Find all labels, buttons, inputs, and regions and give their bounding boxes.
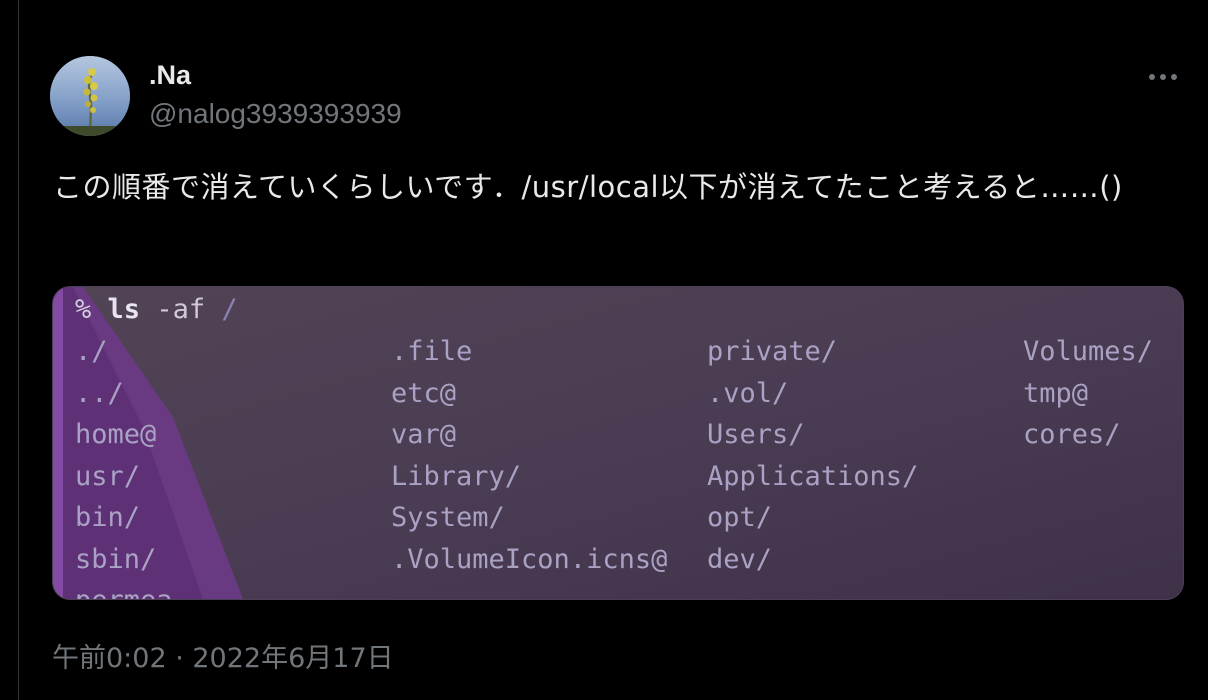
ls-entry: .file	[391, 336, 473, 367]
prompt-symbol: %	[75, 294, 92, 325]
ls-entry: dev/	[707, 544, 773, 575]
ls-entry: ../	[75, 378, 124, 409]
timeline-border	[18, 0, 19, 700]
ls-entry: tmp@	[1023, 378, 1089, 409]
prompt-arguments: -af	[156, 294, 206, 325]
user-handle[interactable]: @nalog3939393939	[149, 98, 402, 130]
ls-entry: var@	[391, 419, 457, 450]
tweet-timestamp[interactable]: 午前0:02 · 2022年6月17日	[52, 636, 394, 675]
avatar-image	[50, 56, 130, 136]
ls-entry: Library/	[391, 461, 522, 492]
prompt-command: ls	[107, 294, 141, 325]
terminal-prompt-line: % ls -af /	[75, 289, 238, 330]
avatar[interactable]	[50, 56, 130, 136]
ls-entry: etc@	[391, 378, 457, 409]
ls-entry: cores/	[1023, 419, 1121, 450]
display-name[interactable]: .Na	[149, 60, 191, 91]
ls-entry: Volumes/	[1023, 336, 1154, 367]
more-horizontal-icon	[1149, 74, 1177, 80]
ls-entry: sbin/	[75, 544, 157, 575]
ls-entry: home@	[75, 419, 157, 450]
ls-entry: bin/	[75, 502, 141, 533]
ls-entry: System/	[391, 502, 505, 533]
ls-entry: ./	[75, 336, 108, 367]
ls-entry: Applications/	[707, 461, 919, 492]
ls-entry: .vol/	[707, 378, 789, 409]
ls-entry: private/	[707, 336, 838, 367]
ls-entry: Users/	[707, 419, 805, 450]
ls-entry-partial: permea...	[75, 580, 221, 599]
ls-entry: .VolumeIcon.icns@	[391, 544, 668, 575]
tweet-media-image[interactable]: % ls -af / ./ ../ home@ usr/ bin/ sbin/ …	[52, 286, 1184, 600]
ls-entry: opt/	[707, 502, 773, 533]
prompt-path: /	[221, 294, 238, 325]
more-options-button[interactable]	[1142, 62, 1184, 92]
ls-entry: usr/	[75, 461, 141, 492]
tweet-text: この順番で消えていくらしいです．/usr/local以下が消えてたこと考えると……	[53, 170, 1123, 204]
